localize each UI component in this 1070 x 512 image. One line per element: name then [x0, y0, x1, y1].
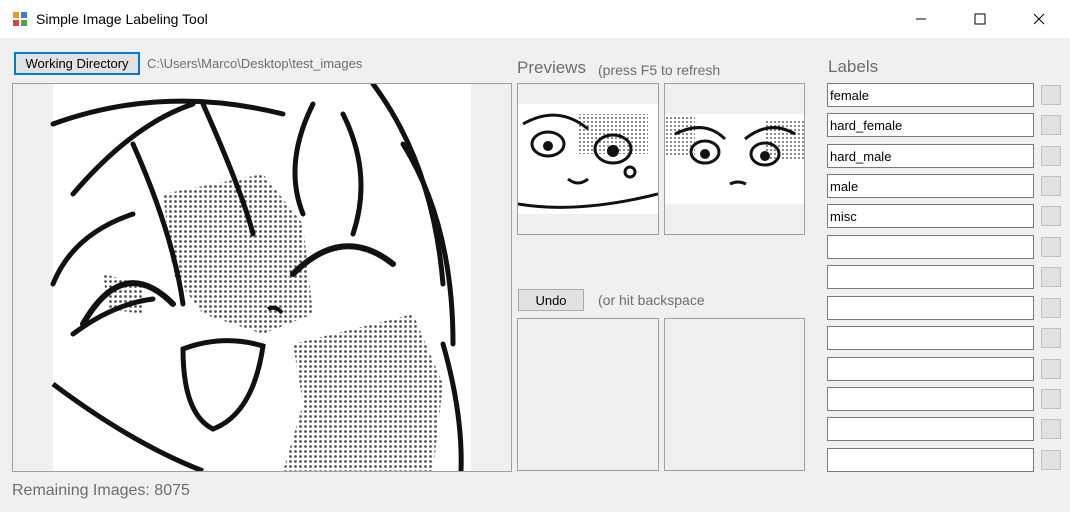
main-image-viewer — [12, 83, 512, 472]
label-button-6[interactable] — [1041, 237, 1061, 257]
undo-hint: (or hit backspace — [598, 292, 705, 308]
previews-hint: (press F5 to refresh — [598, 62, 721, 78]
label-button-9[interactable] — [1041, 328, 1061, 348]
preview-image-1 — [518, 104, 658, 214]
preview-box-2[interactable] — [664, 83, 805, 235]
label-button-3[interactable] — [1041, 146, 1061, 166]
labels-heading: Labels — [828, 57, 879, 76]
title-bar: Simple Image Labeling Tool — [0, 0, 1070, 38]
label-field-12[interactable] — [827, 417, 1034, 441]
label-field-3[interactable] — [827, 144, 1034, 168]
minimize-button[interactable] — [898, 0, 944, 38]
maximize-button[interactable] — [957, 0, 1003, 38]
label-field-13[interactable] — [827, 448, 1034, 472]
label-button-4[interactable] — [1041, 176, 1061, 196]
minimize-icon — [916, 18, 926, 20]
label-field-10[interactable] — [827, 357, 1034, 381]
current-image — [50, 84, 471, 471]
main-form: Working Directory C:\Users\Marco\Desktop… — [0, 38, 1070, 512]
history-box-2 — [664, 318, 805, 471]
label-field-1[interactable] — [827, 83, 1034, 107]
preview-box-1[interactable] — [517, 83, 659, 235]
close-icon — [1033, 13, 1045, 25]
working-directory-button[interactable]: Working Directory — [14, 52, 140, 75]
label-button-11[interactable] — [1041, 389, 1061, 409]
label-field-11[interactable] — [827, 387, 1034, 411]
label-field-4[interactable] — [827, 174, 1034, 198]
label-button-2[interactable] — [1041, 115, 1061, 135]
label-field-8[interactable] — [827, 296, 1034, 320]
directory-path-label: C:\Users\Marco\Desktop\test_images — [147, 56, 363, 71]
close-button[interactable] — [1016, 0, 1062, 38]
history-box-1 — [517, 318, 659, 471]
label-button-1[interactable] — [1041, 85, 1061, 105]
maximize-icon — [974, 13, 986, 25]
remaining-images-status: Remaining Images: 8075 — [12, 482, 190, 499]
previews-heading: Previews — [517, 58, 586, 77]
label-button-10[interactable] — [1041, 359, 1061, 379]
app-icon — [12, 11, 28, 27]
label-button-7[interactable] — [1041, 267, 1061, 287]
label-field-9[interactable] — [827, 326, 1034, 350]
label-button-5[interactable] — [1041, 206, 1061, 226]
label-field-5[interactable] — [827, 204, 1034, 228]
window-title: Simple Image Labeling Tool — [36, 11, 208, 27]
label-field-7[interactable] — [827, 265, 1034, 289]
label-button-13[interactable] — [1041, 450, 1061, 470]
label-button-12[interactable] — [1041, 419, 1061, 439]
label-button-8[interactable] — [1041, 298, 1061, 318]
preview-image-2 — [665, 114, 804, 204]
label-field-6[interactable] — [827, 235, 1034, 259]
undo-button[interactable]: Undo — [518, 289, 584, 311]
label-field-2[interactable] — [827, 113, 1034, 137]
